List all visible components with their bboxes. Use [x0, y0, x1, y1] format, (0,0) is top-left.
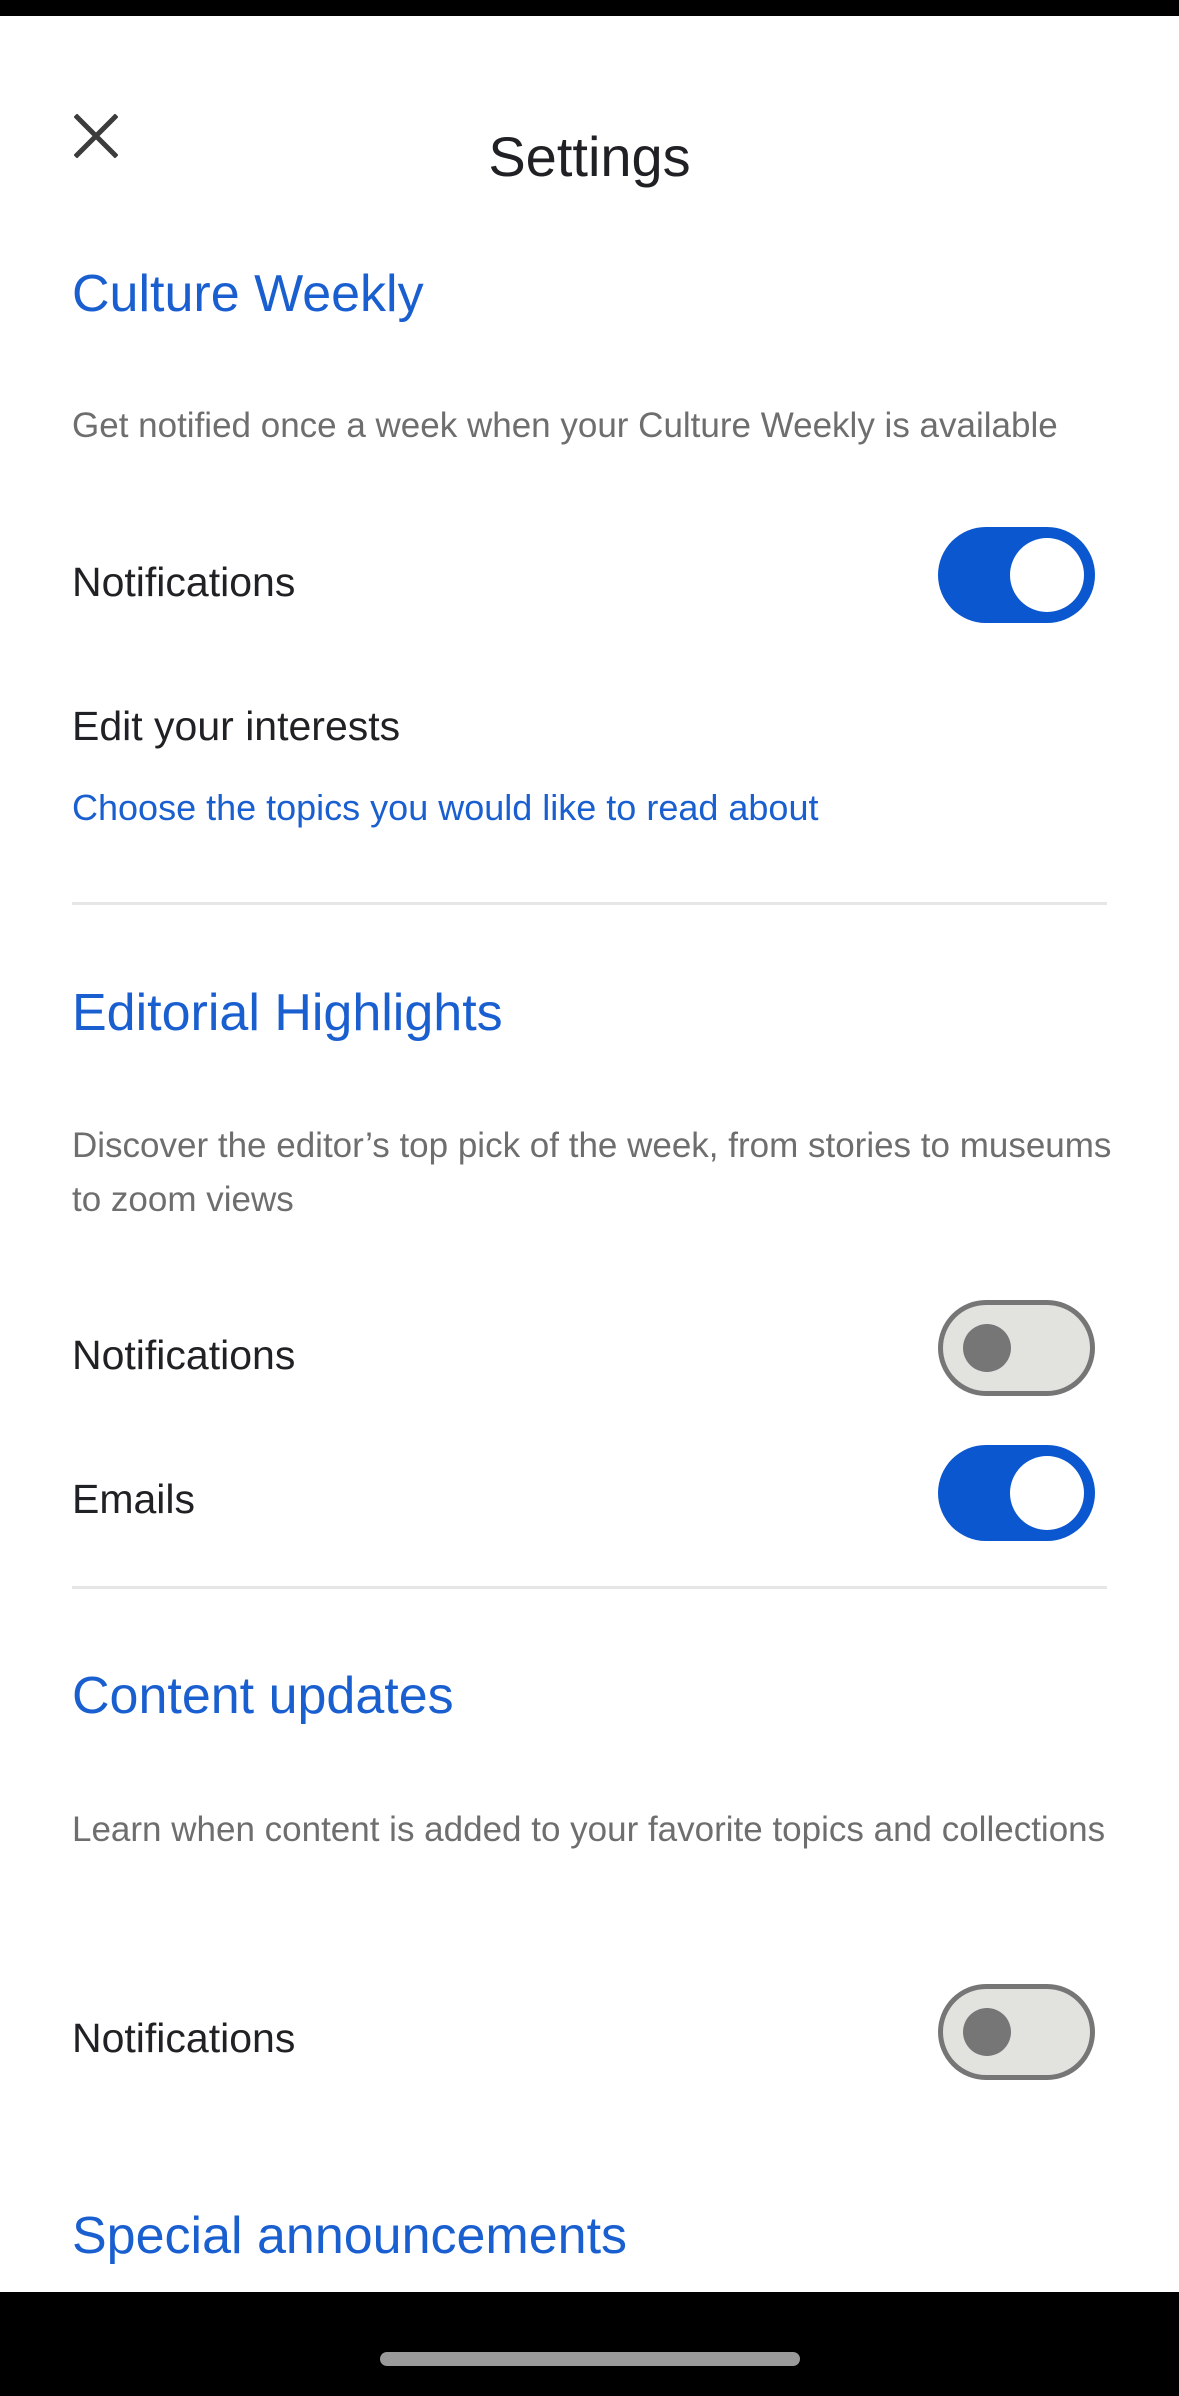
section-title-culture-weekly: Culture Weekly	[72, 265, 424, 323]
setting-label-editorial-notifications: Notifications	[72, 1332, 296, 1378]
section-divider	[72, 1586, 1107, 1589]
toggle-editorial-notifications[interactable]	[938, 1300, 1095, 1396]
toggle-content-updates-notifications[interactable]	[938, 1984, 1095, 2080]
section-description-content-updates: Learn when content is added to your favo…	[72, 1810, 1106, 1849]
toggle-editorial-emails[interactable]	[938, 1445, 1095, 1541]
home-indicator[interactable]	[380, 2352, 800, 2366]
section-title-content-updates: Content updates	[72, 1667, 454, 1725]
section-description-culture-weekly: Get notified once a week when your Cultu…	[72, 406, 1058, 445]
toggle-knob	[1010, 538, 1084, 612]
toggle-knob	[963, 2008, 1011, 2056]
app-bar: Settings	[0, 16, 1179, 206]
edit-interests-title[interactable]: Edit your interests	[72, 706, 400, 747]
section-title-special-announcements: Special announcements	[72, 2207, 628, 2265]
setting-label-culture-weekly-notifications: Notifications	[72, 559, 296, 605]
page-title: Settings	[488, 125, 691, 188]
setting-label-content-updates-notifications: Notifications	[72, 2015, 296, 2061]
status-bar	[0, 0, 1179, 16]
setting-label-editorial-emails: Emails	[72, 1476, 196, 1522]
toggle-culture-weekly-notifications[interactable]	[938, 527, 1095, 623]
toggle-knob	[963, 1324, 1011, 1372]
section-description-editorial-highlights: Discover the editor’s top pick of the we…	[72, 1126, 1112, 1219]
navigation-bar	[0, 2292, 1179, 2396]
section-divider	[72, 902, 1107, 905]
toggle-knob	[1010, 1456, 1084, 1530]
section-title-editorial-highlights: Editorial Highlights	[72, 984, 503, 1042]
edit-interests-link[interactable]: Choose the topics you would like to read…	[72, 790, 818, 826]
